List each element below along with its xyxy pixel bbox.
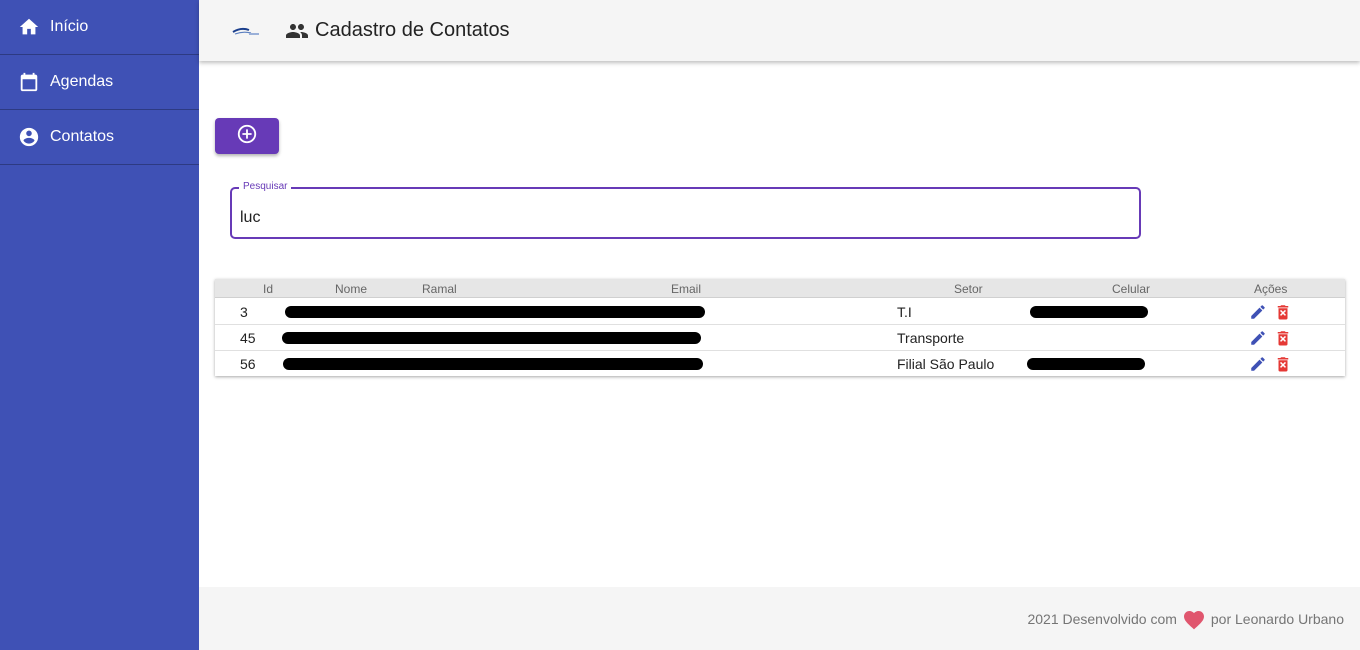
table-row: 45 Transporte [215,325,1345,351]
page-title: Cadastro de Contatos [315,19,510,41]
footer-text-after: por Leonardo Urbano [1210,610,1344,627]
add-contact-button[interactable] [215,118,279,154]
cell-setor: T.I [897,304,912,320]
footer: 2021 Desenvolvido com por Leonardo Urban… [199,587,1360,650]
cell-id: 3 [240,304,248,320]
delete-icon[interactable] [1274,329,1292,347]
company-logo [231,24,261,38]
sidebar-item-label: Contatos [50,128,115,145]
redacted-contact-info [283,358,703,370]
column-header-ramal[interactable]: Ramal [422,282,457,296]
redacted-contact-info [282,332,701,344]
add-circle-icon [236,123,258,150]
home-icon [18,16,40,38]
table-header: Id Nome Ramal Email Setor Celular Ações [215,279,1345,298]
sidebar-item-label: Agendas [50,73,114,90]
cell-setor: Transporte [897,330,965,346]
sidebar-item-agendas[interactable]: Agendas [0,55,199,110]
cell-id: 45 [240,330,256,346]
search-input[interactable] [240,207,1120,229]
calendar-icon [18,71,40,93]
table-row: 56 Filial São Paulo [215,351,1345,377]
cell-id: 56 [240,356,256,372]
search-label: Pesquisar [239,181,292,192]
people-icon [285,19,309,43]
column-header-nome[interactable]: Nome [335,282,367,296]
column-header-id[interactable]: Id [263,282,273,296]
sidebar-item-contatos[interactable]: Contatos [0,110,199,165]
delete-icon[interactable] [1274,355,1292,373]
cell-setor: Filial São Paulo [897,356,995,372]
account-circle-icon [18,126,40,148]
edit-icon[interactable] [1249,355,1267,373]
footer-text-before: 2021 Desenvolvido com [1027,610,1177,627]
column-header-email[interactable]: Email [671,282,701,296]
sidebar: Início Agendas Contatos [0,0,199,650]
heart-icon [1182,608,1206,630]
sidebar-item-label: Início [50,18,89,35]
edit-icon[interactable] [1249,329,1267,347]
column-header-celular[interactable]: Celular [1112,282,1150,296]
table-row: 3 T.I [215,299,1345,325]
contacts-table: Id Nome Ramal Email Setor Celular Ações … [215,279,1345,376]
column-header-setor[interactable]: Setor [954,282,983,296]
redacted-phone [1027,358,1145,370]
edit-icon[interactable] [1249,303,1267,321]
redacted-contact-info [285,306,705,318]
column-header-acoes: Ações [1254,282,1288,296]
header: Cadastro de Contatos [199,0,1360,61]
delete-icon[interactable] [1274,303,1292,321]
search-field: Pesquisar [230,181,1141,239]
sidebar-item-inicio[interactable]: Início [0,0,199,55]
redacted-phone [1030,306,1148,318]
